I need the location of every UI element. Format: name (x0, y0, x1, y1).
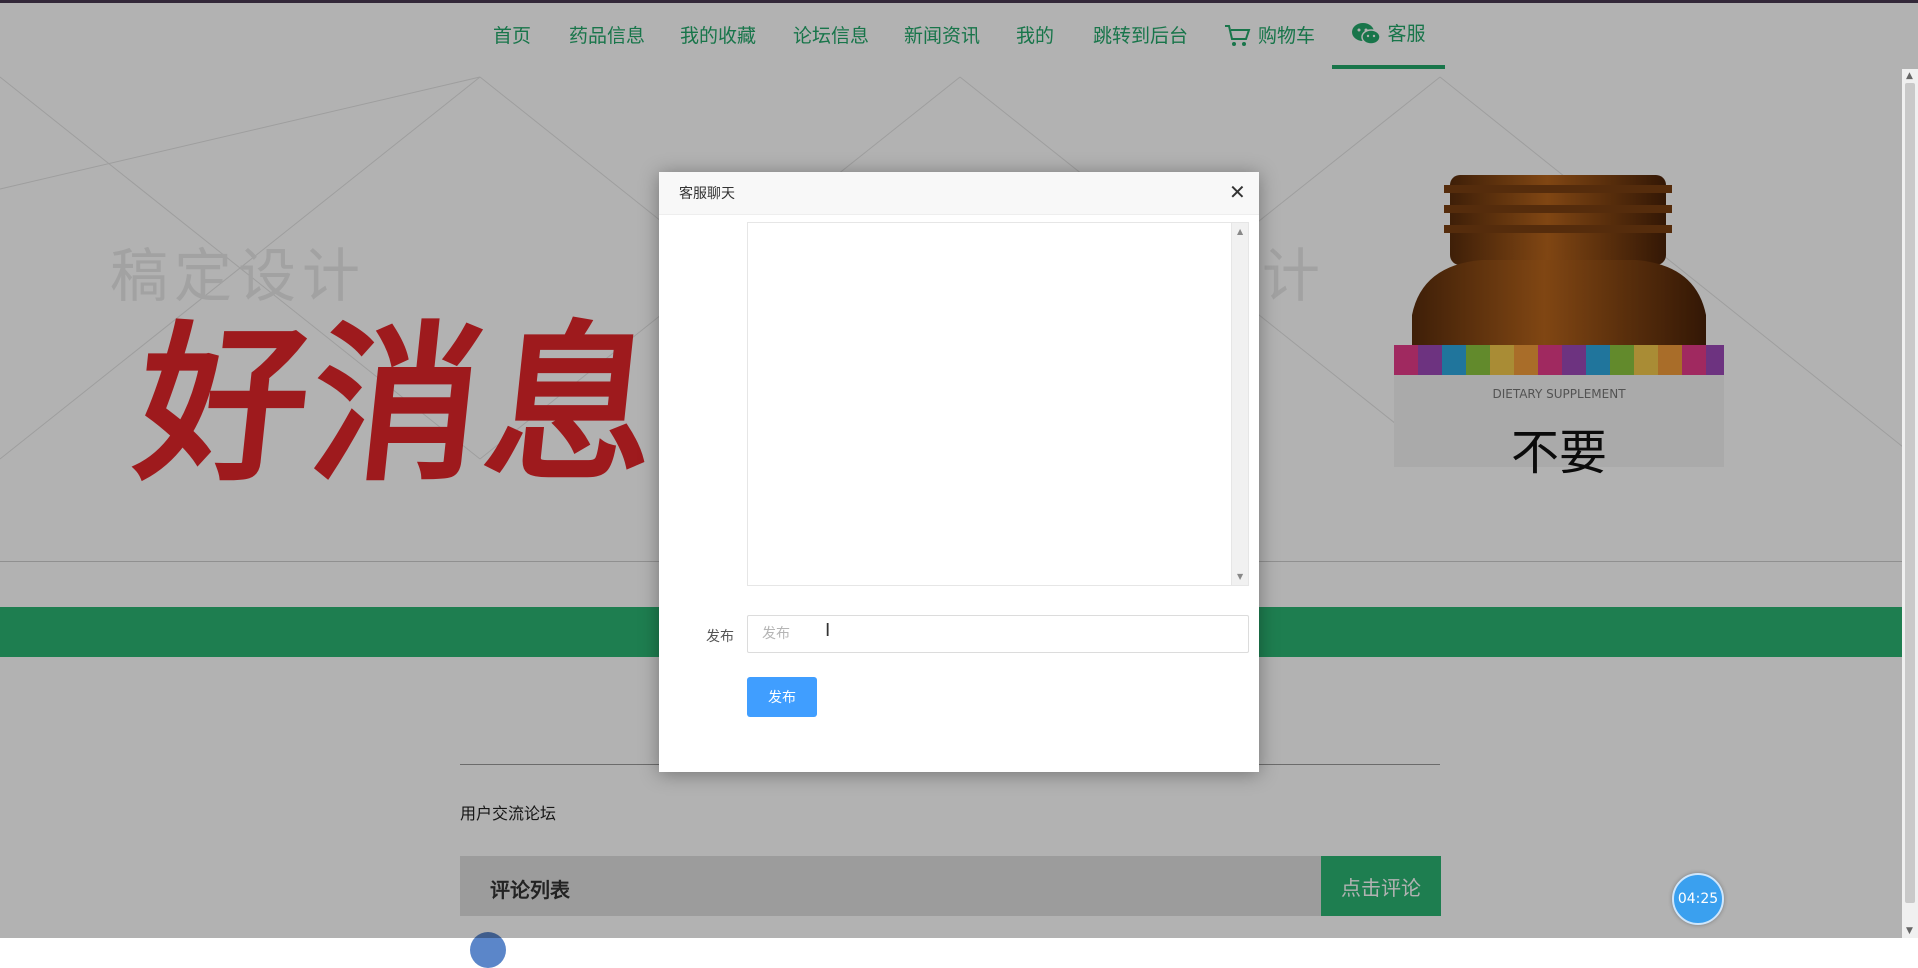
customer-service-chat-dialog: 客服聊天 ✕ ▲ ▼ 发布 I 发布 (659, 172, 1259, 772)
scroll-up-arrow-icon[interactable]: ▲ (1906, 71, 1913, 81)
close-icon[interactable]: ✕ (1229, 182, 1246, 202)
dialog-header: 客服聊天 ✕ (659, 172, 1259, 215)
page-scrollbar[interactable]: ▲ ▼ (1902, 69, 1918, 938)
chat-scroll-down-icon[interactable]: ▼ (1237, 572, 1243, 581)
text-cursor-icon: I (825, 620, 831, 641)
chat-scrollbar[interactable]: ▲ ▼ (1231, 223, 1248, 585)
publish-field-label: 发布 (706, 629, 734, 645)
chat-scroll-up-icon[interactable]: ▲ (1237, 227, 1243, 236)
timer-badge[interactable]: 04:25 (1672, 873, 1724, 925)
chat-message-area[interactable]: ▲ ▼ (747, 222, 1249, 586)
scrollbar-thumb[interactable] (1905, 83, 1915, 903)
scroll-down-arrow-icon[interactable]: ▼ (1906, 926, 1913, 936)
dialog-title: 客服聊天 (679, 186, 735, 202)
publish-button[interactable]: 发布 (747, 677, 817, 717)
publish-input[interactable] (747, 615, 1249, 653)
